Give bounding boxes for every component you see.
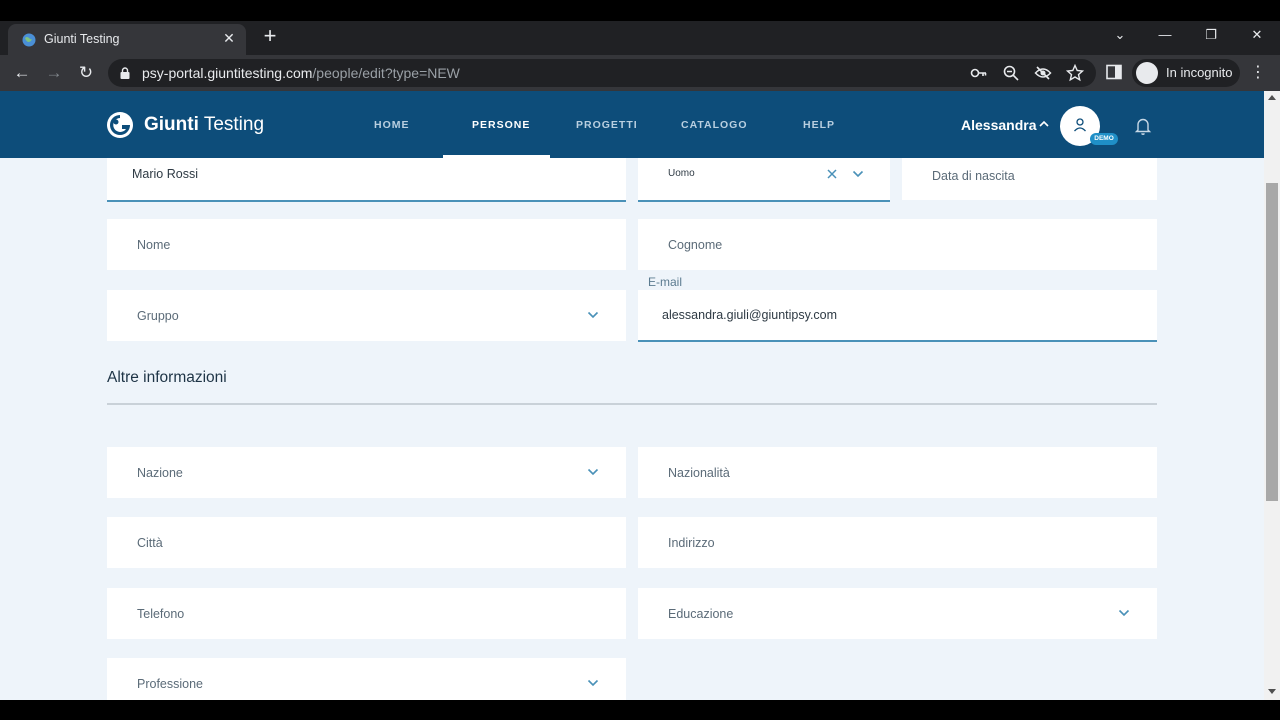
country-select[interactable]: Nazione [107,447,626,498]
page-scrollbar[interactable] [1264,91,1280,700]
brand-name[interactable]: Giunti Testing [144,114,264,136]
scroll-down-icon[interactable] [1268,689,1276,694]
close-window-icon[interactable]: ✕ [1234,21,1280,51]
key-icon[interactable] [970,64,988,82]
nationality-input[interactable]: Nazionalità [638,447,1157,498]
scrollbar-thumb[interactable] [1266,183,1278,501]
country-placeholder: Nazione [137,466,183,480]
browser-toolbar: ← → ↻ psy-portal.giuntitesting.com/peopl… [0,55,1280,91]
nav-home[interactable]: HOME [374,119,410,131]
nav-catalogo[interactable]: CATALOGO [681,119,748,131]
side-panel-icon[interactable] [1106,64,1122,80]
section-title: Altre informazioni [107,369,227,386]
user-name[interactable]: Alessandra [961,117,1036,133]
screen-bottom-border [0,700,1280,720]
star-icon[interactable] [1066,64,1084,82]
gender-value: Uomo [668,168,695,179]
chevron-down-icon[interactable] [1118,609,1130,617]
chevron-down-icon[interactable] [852,170,864,178]
phone-input[interactable]: Telefono [107,588,626,639]
browser-menu-icon[interactable]: ⋮ [1250,63,1266,83]
browser-tab[interactable]: Giunti Testing ✕ [8,24,246,55]
address-placeholder: Indirizzo [668,536,715,550]
education-placeholder: Educazione [668,607,734,621]
screen-top-border [0,0,1280,21]
first-name-placeholder: Nome [137,238,171,252]
email-input[interactable]: alessandra.giuli@giuntipsy.com [638,290,1157,342]
address-bar[interactable]: psy-portal.giuntitesting.com/people/edit… [108,59,1096,87]
active-nav-indicator [443,155,550,158]
bell-icon[interactable] [1134,116,1152,136]
eye-off-icon[interactable] [1034,64,1052,82]
incognito-icon [1136,62,1158,84]
chevron-down-icon[interactable] [587,679,599,687]
zoom-icon[interactable] [1002,64,1020,82]
user-icon [1074,118,1086,132]
email-label: E-mail [648,275,683,289]
birth-date-input[interactable]: Data di nascita [902,151,1157,200]
first-name-input[interactable]: Nome [107,219,626,270]
nationality-placeholder: Nazionalità [668,466,730,480]
chevron-down-icon[interactable] [587,311,599,319]
group-placeholder: Gruppo [137,309,179,323]
phone-placeholder: Telefono [137,607,185,621]
url-text: psy-portal.giuntitesting.com/people/edit… [142,65,460,81]
tab-search-icon[interactable]: ⌄ [1097,21,1143,51]
app-header: Giunti Testing HOME PERSONE PROGETTI CAT… [0,91,1264,158]
gender-select[interactable]: Uomo [638,151,890,202]
giunti-logo-icon[interactable] [106,111,134,139]
last-name-placeholder: Cognome [668,238,723,252]
nav-persone[interactable]: PERSONE [472,119,530,131]
full-name-field[interactable]: Mario Rossi [107,151,626,202]
city-placeholder: Città [137,536,163,550]
tab-close-icon[interactable]: ✕ [220,29,238,47]
birth-date-placeholder: Data di nascita [932,169,1015,183]
scroll-up-icon[interactable] [1268,95,1276,100]
reload-icon[interactable]: ↻ [74,61,98,85]
group-select[interactable]: Gruppo [107,290,626,341]
email-value: alessandra.giuli@giuntipsy.com [662,308,838,322]
browser-tab-bar: Giunti Testing ✕ + ⌄ — ❐ ✕ [0,21,1280,55]
demo-badge: DEMO [1090,133,1118,145]
forward-icon[interactable]: → [42,61,66,85]
profession-placeholder: Professione [137,677,204,691]
minimize-icon[interactable]: — [1142,21,1188,51]
back-icon[interactable]: ← [10,61,34,85]
new-tab-icon[interactable]: + [258,25,282,49]
profession-select[interactable]: Professione [107,658,626,700]
city-input[interactable]: Città [107,517,626,568]
nav-help[interactable]: HELP [803,119,835,131]
incognito-badge[interactable]: In incognito [1132,59,1240,87]
chevron-down-icon[interactable] [587,468,599,476]
section-divider [107,403,1157,405]
tab-title: Giunti Testing [44,32,120,46]
last-name-input[interactable]: Cognome [638,219,1157,270]
education-select[interactable]: Educazione [638,588,1157,639]
globe-icon [22,33,36,47]
chevron-up-icon[interactable] [1038,119,1050,129]
full-name-value: Mario Rossi [132,167,198,181]
page-viewport: Mario Rossi Uomo Data di nascita Nome Co… [0,91,1264,700]
restore-icon[interactable]: ❐ [1188,21,1234,51]
incognito-label: In incognito [1166,65,1233,80]
clear-icon[interactable] [825,167,839,181]
nav-progetti[interactable]: PROGETTI [576,119,638,131]
lock-icon [120,67,130,79]
address-input[interactable]: Indirizzo [638,517,1157,568]
